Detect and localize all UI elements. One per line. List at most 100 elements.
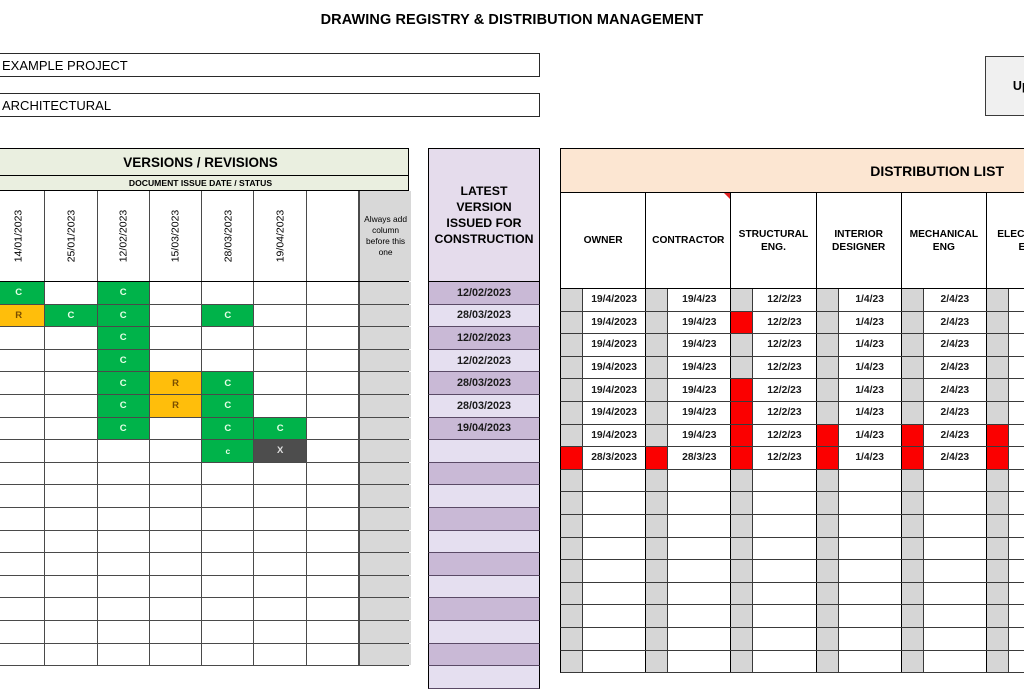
distribution-date-cell[interactable] xyxy=(839,583,901,605)
distribution-status-flag[interactable] xyxy=(561,379,583,401)
distribution-status-flag[interactable] xyxy=(646,538,668,560)
distribution-date-cell[interactable]: 19/4/23 xyxy=(668,289,730,311)
latest-version-cell[interactable]: 12/02/2023 xyxy=(428,282,540,305)
distribution-date-cell[interactable]: 2/4/23 xyxy=(924,357,986,379)
distribution-status-flag[interactable] xyxy=(817,470,839,492)
distribution-date-cell[interactable]: 28/3/23 xyxy=(668,447,730,469)
distribution-date-cell[interactable]: 1/4/23 xyxy=(839,334,901,356)
distribution-status-flag[interactable] xyxy=(817,628,839,650)
distribution-date-cell[interactable]: 2/4/23 xyxy=(924,402,986,424)
distribution-status-flag[interactable] xyxy=(987,538,1009,560)
distribution-status-flag[interactable] xyxy=(646,515,668,537)
versions-status-cell[interactable] xyxy=(254,621,306,643)
versions-status-cell[interactable] xyxy=(254,553,306,575)
versions-status-cell[interactable] xyxy=(307,553,359,575)
distribution-status-flag[interactable] xyxy=(561,538,583,560)
versions-status-cell[interactable] xyxy=(150,576,202,598)
distribution-date-cell[interactable] xyxy=(839,651,901,673)
versions-status-cell[interactable] xyxy=(98,621,150,643)
distribution-status-flag[interactable] xyxy=(817,447,839,469)
distribution-date-cell[interactable] xyxy=(839,470,901,492)
versions-status-cell[interactable] xyxy=(0,598,45,620)
versions-status-cell[interactable] xyxy=(254,598,306,620)
versions-status-cell[interactable] xyxy=(45,531,97,553)
distribution-status-flag[interactable] xyxy=(817,312,839,334)
distribution-status-flag[interactable] xyxy=(817,334,839,356)
distribution-status-flag[interactable] xyxy=(646,334,668,356)
versions-status-cell[interactable] xyxy=(45,598,97,620)
distribution-date-cell[interactable] xyxy=(583,560,645,582)
distribution-date-cell[interactable] xyxy=(668,583,730,605)
distribution-status-flag[interactable] xyxy=(817,402,839,424)
distribution-date-cell[interactable]: 19/4/2023 xyxy=(583,312,645,334)
distribution-status-flag[interactable] xyxy=(561,357,583,379)
distribution-status-flag[interactable] xyxy=(561,492,583,514)
distribution-status-flag[interactable] xyxy=(561,560,583,582)
versions-status-cell[interactable] xyxy=(307,418,359,440)
distribution-date-cell[interactable] xyxy=(668,605,730,627)
distribution-date-cell[interactable]: 19/4/2023 xyxy=(583,289,645,311)
versions-status-cell[interactable] xyxy=(202,463,254,485)
versions-status-cell[interactable]: C xyxy=(202,305,254,327)
versions-status-cell[interactable]: C xyxy=(202,395,254,417)
versions-status-cell[interactable] xyxy=(307,485,359,507)
distribution-status-flag[interactable] xyxy=(902,379,924,401)
distribution-status-flag[interactable] xyxy=(646,470,668,492)
versions-status-cell[interactable] xyxy=(150,282,202,304)
latest-version-cell[interactable] xyxy=(428,485,540,508)
versions-status-cell[interactable] xyxy=(98,531,150,553)
project-name-field[interactable]: EXAMPLE PROJECT xyxy=(0,53,540,77)
distribution-date-cell[interactable]: 12/2/23 xyxy=(753,447,815,469)
distribution-status-flag[interactable] xyxy=(817,538,839,560)
versions-status-cell[interactable] xyxy=(45,372,97,394)
distribution-status-flag[interactable] xyxy=(817,425,839,447)
distribution-status-flag[interactable] xyxy=(902,515,924,537)
distribution-status-flag[interactable] xyxy=(902,447,924,469)
versions-status-cell[interactable] xyxy=(202,598,254,620)
distribution-status-flag[interactable] xyxy=(561,628,583,650)
distribution-date-cell[interactable] xyxy=(668,492,730,514)
distribution-date-cell[interactable]: 19/4/23 xyxy=(668,334,730,356)
versions-status-cell[interactable] xyxy=(150,485,202,507)
distribution-status-flag[interactable] xyxy=(561,425,583,447)
distribution-status-flag[interactable] xyxy=(731,425,753,447)
distribution-date-cell[interactable]: 1/4/23 xyxy=(839,402,901,424)
distribution-date-cell[interactable]: 2/4/23 xyxy=(924,289,986,311)
versions-status-cell[interactable] xyxy=(45,282,97,304)
distribution-status-flag[interactable] xyxy=(646,651,668,673)
distribution-status-flag[interactable] xyxy=(817,289,839,311)
latest-version-cell[interactable] xyxy=(428,598,540,621)
distribution-date-cell[interactable] xyxy=(753,605,815,627)
distribution-date-cell[interactable]: 19/4/2023 xyxy=(583,402,645,424)
versions-status-cell[interactable] xyxy=(254,463,306,485)
distribution-date-cell[interactable]: 12/2/23 xyxy=(753,425,815,447)
latest-version-cell[interactable] xyxy=(428,666,540,689)
distribution-status-flag[interactable] xyxy=(902,651,924,673)
distribution-date-cell[interactable] xyxy=(924,651,986,673)
distribution-status-flag[interactable] xyxy=(731,379,753,401)
distribution-status-flag[interactable] xyxy=(987,289,1009,311)
distribution-date-cell[interactable]: 1/4/23 xyxy=(839,289,901,311)
versions-status-cell[interactable] xyxy=(307,395,359,417)
distribution-status-flag[interactable] xyxy=(561,402,583,424)
distribution-date-cell[interactable]: 19/4/2023 xyxy=(583,357,645,379)
distribution-status-flag[interactable] xyxy=(646,560,668,582)
distribution-status-flag[interactable] xyxy=(987,651,1009,673)
versions-status-cell[interactable]: C xyxy=(98,327,150,349)
distribution-date-cell[interactable] xyxy=(583,628,645,650)
versions-status-cell[interactable] xyxy=(307,440,359,462)
versions-status-cell[interactable] xyxy=(307,598,359,620)
versions-status-cell[interactable]: C xyxy=(202,418,254,440)
distribution-date-cell[interactable]: 2 xyxy=(1009,379,1024,401)
versions-status-cell[interactable] xyxy=(150,531,202,553)
versions-column-header-5[interactable]: 19/04/2023 xyxy=(254,191,306,281)
distribution-date-cell[interactable] xyxy=(1009,628,1024,650)
distribution-status-flag[interactable] xyxy=(987,628,1009,650)
distribution-status-flag[interactable] xyxy=(731,334,753,356)
latest-version-cell[interactable] xyxy=(428,553,540,576)
versions-status-cell[interactable] xyxy=(45,350,97,372)
distribution-date-cell[interactable] xyxy=(1009,560,1024,582)
distribution-status-flag[interactable] xyxy=(817,379,839,401)
distribution-status-flag[interactable] xyxy=(646,312,668,334)
versions-status-cell[interactable] xyxy=(254,531,306,553)
